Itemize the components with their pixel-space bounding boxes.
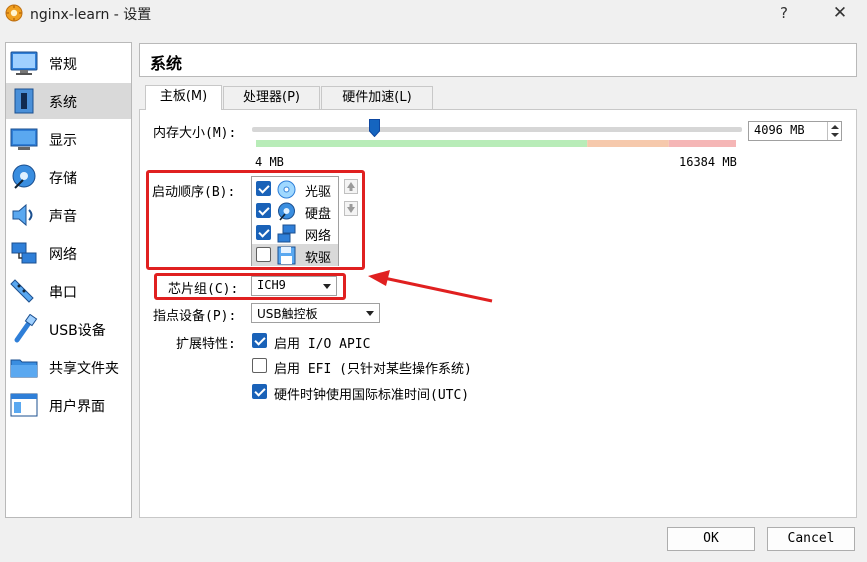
sidebar-item-label: 网络: [49, 247, 77, 263]
sidebar-item-label: 存储: [49, 171, 77, 187]
io-apic-label: 启用 I/O APIC: [274, 337, 371, 352]
memory-max-label: 16384 MB: [679, 155, 737, 169]
user-interface-icon: [10, 393, 38, 417]
chipset-value: ICH9: [257, 278, 286, 292]
settings-sidebar: 常规 系统 显示 存储 声音 网络 串口 USB设备 共享文件夹 用户界面: [5, 42, 132, 518]
boot-item-label: 硬盘: [305, 207, 332, 222]
help-button[interactable]: ?: [776, 2, 792, 24]
list-item[interactable]: 硬盘: [252, 200, 338, 222]
annotation-arrow: [368, 270, 493, 303]
memory-size-input[interactable]: 4096 MB: [748, 121, 842, 141]
close-button[interactable]: ✕: [829, 2, 851, 24]
boot-order-label: 启动顺序(B):: [152, 185, 236, 200]
optical-disc-icon: [277, 180, 296, 199]
sidebar-item-label: 用户界面: [49, 399, 105, 415]
arrow-down-icon: [347, 204, 355, 213]
page-title: 系统: [150, 54, 183, 73]
folder-icon: [10, 359, 38, 378]
list-item[interactable]: 网络: [252, 222, 338, 244]
motherboard-icon: [14, 88, 34, 114]
chevron-down-icon: [323, 284, 331, 289]
storage-icon: [12, 164, 36, 189]
memory-slider-scale: [256, 140, 736, 147]
floppy-icon: [277, 246, 296, 265]
pointing-device-label: 指点设备(P):: [153, 309, 237, 324]
memory-slider-handle[interactable]: [369, 119, 381, 137]
hard-disk-icon: [278, 202, 295, 221]
network-icon: [11, 242, 37, 264]
monitor-icon: [10, 51, 38, 75]
sidebar-item-audio[interactable]: 声音: [6, 197, 131, 233]
memory-size-value: 4096 MB: [754, 123, 805, 137]
sidebar-item-storage[interactable]: 存储: [6, 159, 131, 195]
speaker-icon: [12, 203, 33, 227]
sidebar-item-shared-folders[interactable]: 共享文件夹: [6, 349, 131, 385]
sidebar-item-display[interactable]: 显示: [6, 121, 131, 157]
boot-hard-disk-checkbox[interactable]: [256, 203, 271, 218]
display-icon: [10, 128, 38, 150]
spin-up-down-icon: [831, 125, 839, 137]
network-icon: [277, 224, 296, 243]
list-item[interactable]: 光驱: [252, 178, 338, 200]
boot-order-list[interactable]: 光驱 硬盘 网络 软驱: [251, 176, 339, 266]
extended-features-label: 扩展特性:: [176, 337, 236, 352]
tab-motherboard[interactable]: 主板(M): [145, 85, 222, 110]
chipset-label: 芯片组(C):: [168, 282, 239, 297]
tab-acceleration[interactable]: 硬件加速(L): [321, 86, 433, 109]
efi-checkbox[interactable]: [252, 358, 267, 373]
boot-item-label: 网络: [305, 229, 332, 244]
sidebar-item-network[interactable]: 网络: [6, 235, 131, 271]
cancel-button[interactable]: Cancel: [767, 527, 855, 551]
sidebar-item-label: 串口: [49, 285, 77, 301]
utc-clock-label: 硬件时钟使用国际标准时间(UTC): [274, 388, 470, 403]
boot-floppy-checkbox[interactable]: [256, 247, 271, 262]
sidebar-item-usb[interactable]: USB设备: [6, 311, 131, 347]
ok-button[interactable]: OK: [667, 527, 755, 551]
title-bar: nginx-learn - 设置 ? ✕: [0, 0, 867, 30]
sidebar-item-label: 系统: [49, 95, 77, 111]
boot-item-label: 软驱: [305, 251, 332, 266]
arrow-up-icon: [347, 182, 355, 191]
memory-size-label: 内存大小(M):: [153, 126, 237, 141]
sidebar-item-label: 常规: [49, 57, 77, 73]
section-header: 系统: [139, 43, 857, 77]
chevron-down-icon: [366, 311, 374, 316]
window-title: nginx-learn - 设置: [30, 7, 152, 23]
memory-slider-track[interactable]: [252, 127, 742, 132]
memory-min-label: 4 MB: [255, 155, 284, 169]
usb-icon: [14, 314, 38, 343]
efi-label: 启用 EFI (只针对某些操作系统): [274, 362, 472, 377]
utc-clock-checkbox[interactable]: [252, 384, 267, 399]
sidebar-item-user-interface[interactable]: 用户界面: [6, 387, 131, 423]
sidebar-item-label: USB设备: [49, 323, 106, 339]
sidebar-item-label: 共享文件夹: [49, 361, 119, 377]
boot-item-label: 光驱: [305, 185, 332, 200]
sidebar-item-general[interactable]: 常规: [6, 45, 131, 81]
chipset-select[interactable]: ICH9: [251, 276, 337, 296]
sidebar-item-serial-port[interactable]: 串口: [6, 273, 131, 309]
boot-optical-checkbox[interactable]: [256, 181, 271, 196]
sidebar-item-system[interactable]: 系统: [6, 83, 131, 119]
boot-move-down-button[interactable]: [344, 201, 358, 216]
boot-network-checkbox[interactable]: [256, 225, 271, 240]
pointing-device-value: USB触控板: [257, 307, 318, 321]
virtualbox-gear-icon: [5, 4, 23, 22]
tab-panel-motherboard: [139, 109, 857, 518]
memory-spin-buttons[interactable]: [827, 122, 841, 140]
sidebar-item-label: 声音: [49, 209, 77, 225]
boot-move-up-button[interactable]: [344, 179, 358, 194]
list-item[interactable]: 软驱: [252, 244, 338, 266]
io-apic-checkbox[interactable]: [252, 333, 267, 348]
tab-processor[interactable]: 处理器(P): [223, 86, 320, 109]
serial-port-icon: [10, 279, 34, 303]
sidebar-item-label: 显示: [49, 133, 77, 149]
